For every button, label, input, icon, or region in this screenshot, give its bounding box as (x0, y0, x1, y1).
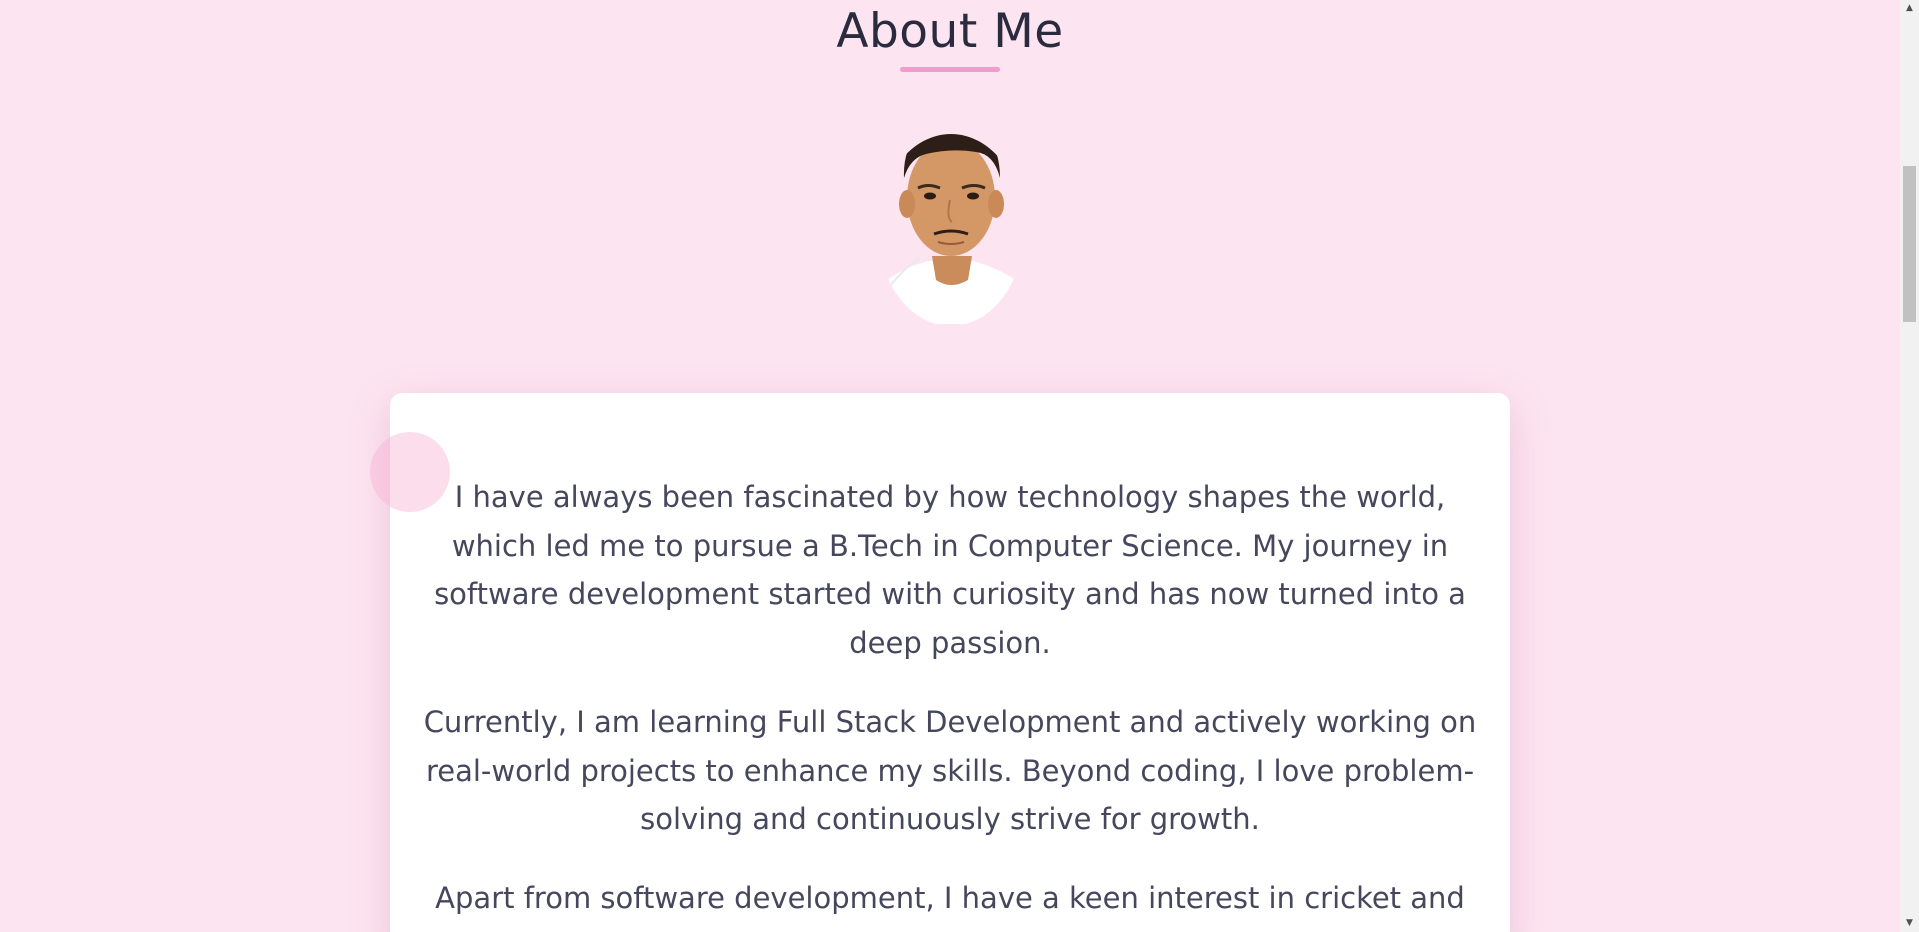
avatar (880, 134, 1023, 324)
scroll-down-icon[interactable]: ▼ (1900, 915, 1919, 932)
browser-viewport: About Me I have always been fascinated b… (0, 0, 1919, 932)
about-section: About Me I have always been fascinated b… (0, 0, 1900, 932)
title-underline (900, 67, 1000, 72)
about-paragraph-1: I have always been fascinated by how tec… (434, 480, 1466, 660)
about-paragraph-2: Currently, I am learning Full Stack Deve… (423, 705, 1477, 836)
scrollbar-thumb[interactable] (1903, 166, 1916, 322)
about-paragraph-3: Apart from software development, I have … (435, 881, 1465, 915)
vertical-scrollbar[interactable]: ▲ ▼ (1900, 0, 1919, 932)
section-title: About Me (836, 4, 1064, 59)
scroll-up-icon[interactable]: ▲ (1900, 0, 1919, 17)
